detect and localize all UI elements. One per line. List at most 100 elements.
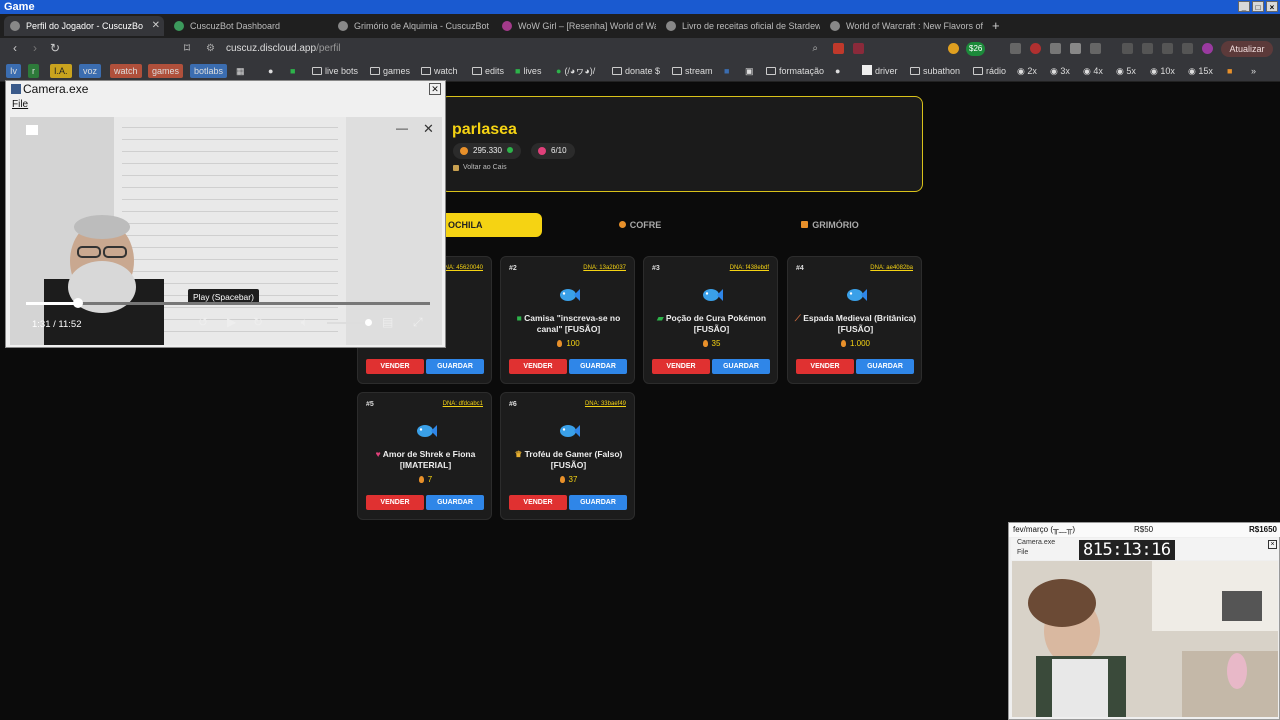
bookmark-r[interactable]: r <box>28 64 39 78</box>
keep-button[interactable]: GUARDAR <box>712 359 770 374</box>
keep-button[interactable]: GUARDAR <box>426 359 484 374</box>
bookmark-folder-watch[interactable]: watch <box>421 64 458 78</box>
bookmark-voz[interactable]: voz <box>79 64 102 78</box>
overlay-file-menu[interactable]: File <box>1017 549 1028 556</box>
close-icon[interactable]: ✕ <box>429 83 441 95</box>
back-to-dock-link[interactable]: Voltar ao Cais <box>453 164 507 171</box>
bookmark-ia[interactable]: I.A. <box>50 64 72 78</box>
sell-button[interactable]: VENDER <box>509 359 567 374</box>
app-icon[interactable]: ■ <box>724 64 729 78</box>
back-icon[interactable]: ‹ <box>8 41 22 55</box>
sell-button[interactable]: VENDER <box>366 495 424 510</box>
play-icon[interactable]: ▶ <box>227 315 236 329</box>
bookmark-folder-formatacao[interactable]: formatação <box>766 64 824 78</box>
bookmark-speed-10x[interactable]: ◉ 10x <box>1150 64 1175 78</box>
item-dna[interactable]: DNA: 33baef49 <box>585 401 626 407</box>
bookmark-icon[interactable]: ⌑ <box>180 41 194 55</box>
bookmark-watch[interactable]: watch <box>110 64 142 78</box>
forward-icon[interactable]: › <box>28 41 42 55</box>
forward-icon[interactable]: ↻ <box>253 315 263 329</box>
item-dna[interactable]: DNA: 13a2b037 <box>583 265 626 271</box>
bookmark-emoticon[interactable]: ● (/◕ヮ◕)/ <box>556 64 595 78</box>
bookmark-speed-5x[interactable]: ◉ 5x <box>1116 64 1136 78</box>
bookmark-folder-donate[interactable]: donate $ <box>612 64 660 78</box>
expand-icon[interactable] <box>26 125 38 135</box>
more-bookmarks-icon[interactable]: » <box>1251 64 1256 78</box>
bookmark-lives[interactable]: ■ lives <box>515 64 541 78</box>
bookmark-games[interactable]: games <box>148 64 184 78</box>
bookmark-speed-3x[interactable]: ◉ 3x <box>1050 64 1070 78</box>
tab-cofre[interactable]: COFRE <box>590 213 690 237</box>
rewards-icon[interactable] <box>853 43 864 54</box>
github-icon[interactable]: ● <box>268 64 273 78</box>
tab-wow[interactable]: World of Warcraft : New Flavors of A <box>824 16 984 36</box>
item-dna[interactable]: DNA: 45620040 <box>440 265 483 271</box>
file-menu[interactable]: File <box>12 99 28 110</box>
keep-button[interactable]: GUARDAR <box>856 359 914 374</box>
tab-dashboard[interactable]: CuscuzBot Dashboard <box>168 16 328 36</box>
tab-wowgirl[interactable]: WoW Girl – [Resenha] World of Warc <box>496 16 656 36</box>
close-icon[interactable]: × <box>1266 1 1278 12</box>
seek-handle[interactable] <box>72 298 83 308</box>
tab-stardew[interactable]: Livro de receitas oficial de Stardew V <box>660 16 820 36</box>
volume-slider[interactable] <box>327 319 372 326</box>
extension-icon-3[interactable] <box>1030 43 1041 54</box>
minimize-icon[interactable]: _ <box>1238 1 1250 12</box>
new-tab-button[interactable]: + <box>988 16 1008 36</box>
url-field[interactable]: ⚙ cuscuz.discloud.app/perfil ⌕ <box>200 41 830 57</box>
brave-shield-icon[interactable] <box>833 43 844 54</box>
update-button[interactable]: Atualizar <box>1221 41 1273 57</box>
bookmark-folder-games[interactable]: games <box>370 64 410 78</box>
app-icon[interactable]: ■ <box>1227 64 1232 78</box>
app-icon[interactable]: ▣ <box>745 64 754 78</box>
tab-perfil[interactable]: Perfil do Jogador - CuscuzBo ✕ <box>4 16 164 36</box>
bookmark-folder-stream[interactable]: stream <box>672 64 713 78</box>
grid-icon[interactable]: ▦ <box>236 64 245 78</box>
bookmark-driver[interactable]: driver <box>862 64 898 78</box>
bookmark-folder-live-bots[interactable]: live bots <box>312 64 358 78</box>
sell-button[interactable]: VENDER <box>366 359 424 374</box>
bookmark-speed-4x[interactable]: ◉ 4x <box>1083 64 1103 78</box>
item-dna[interactable]: DNA: ae4082ba <box>870 265 913 271</box>
extension-icon[interactable] <box>948 43 959 54</box>
bookmark-iv[interactable]: Iv <box>6 64 22 78</box>
keep-button[interactable]: GUARDAR <box>426 495 484 510</box>
app-icon[interactable]: ■ <box>290 64 295 78</box>
minimize-icon[interactable]: — <box>396 121 408 135</box>
wallet-icon[interactable] <box>1142 43 1153 54</box>
extension-icon-4[interactable] <box>1050 43 1061 54</box>
bookmark-folder-edits[interactable]: edits <box>472 64 504 78</box>
close-tab-icon[interactable]: ✕ <box>152 16 160 36</box>
fullscreen-icon[interactable]: ⤢ <box>413 315 423 330</box>
bookmark-speed-2x[interactable]: ◉ 2x <box>1017 64 1037 78</box>
extension-icon-2[interactable] <box>1010 43 1021 54</box>
puzzle-icon[interactable] <box>1070 43 1081 54</box>
tab-grimorio[interactable]: Grimório de Alquimia - CuscuzBot <box>332 16 492 36</box>
close-icon[interactable]: × <box>1268 540 1277 549</box>
video-player[interactable]: — ✕ Play (Spacebar) 1:31 / 11:52 ↺ ▶ ↻ 🔈… <box>10 117 442 345</box>
bookmark-folder-radio[interactable]: rádio <box>973 64 1006 78</box>
bookmark-folder-subathon[interactable]: subathon <box>910 64 960 78</box>
bookmark-speed-15x[interactable]: ◉ 15x <box>1188 64 1213 78</box>
volume-icon[interactable]: 🔈︎ <box>301 315 308 330</box>
site-info-icon[interactable]: ⚙ <box>206 41 215 57</box>
keep-button[interactable]: GUARDAR <box>569 359 627 374</box>
sell-button[interactable]: VENDER <box>509 495 567 510</box>
app-icon[interactable]: ● <box>835 64 840 78</box>
maximize-icon[interactable]: □ <box>1252 1 1264 12</box>
sell-button[interactable]: VENDER <box>652 359 710 374</box>
leo-icon[interactable] <box>1162 43 1173 54</box>
seek-bar[interactable] <box>26 298 430 308</box>
close-icon[interactable]: ✕ <box>423 121 434 137</box>
bookmark-botlabs[interactable]: botlabs <box>190 64 228 78</box>
zoom-icon[interactable]: ⌕ <box>812 41 818 57</box>
rewind-icon[interactable]: ↺ <box>198 315 208 329</box>
tab-grimorio[interactable]: GRIMÓRIO <box>780 213 880 237</box>
sidebar-icon[interactable] <box>1122 43 1133 54</box>
extension-badge[interactable]: $26 <box>966 42 986 56</box>
extension-icon-5[interactable] <box>1090 43 1101 54</box>
tab-mochila[interactable]: OCHILA <box>440 213 542 237</box>
captions-icon[interactable]: ▤ <box>382 315 393 329</box>
keep-button[interactable]: GUARDAR <box>569 495 627 510</box>
volume-handle[interactable] <box>365 319 372 326</box>
